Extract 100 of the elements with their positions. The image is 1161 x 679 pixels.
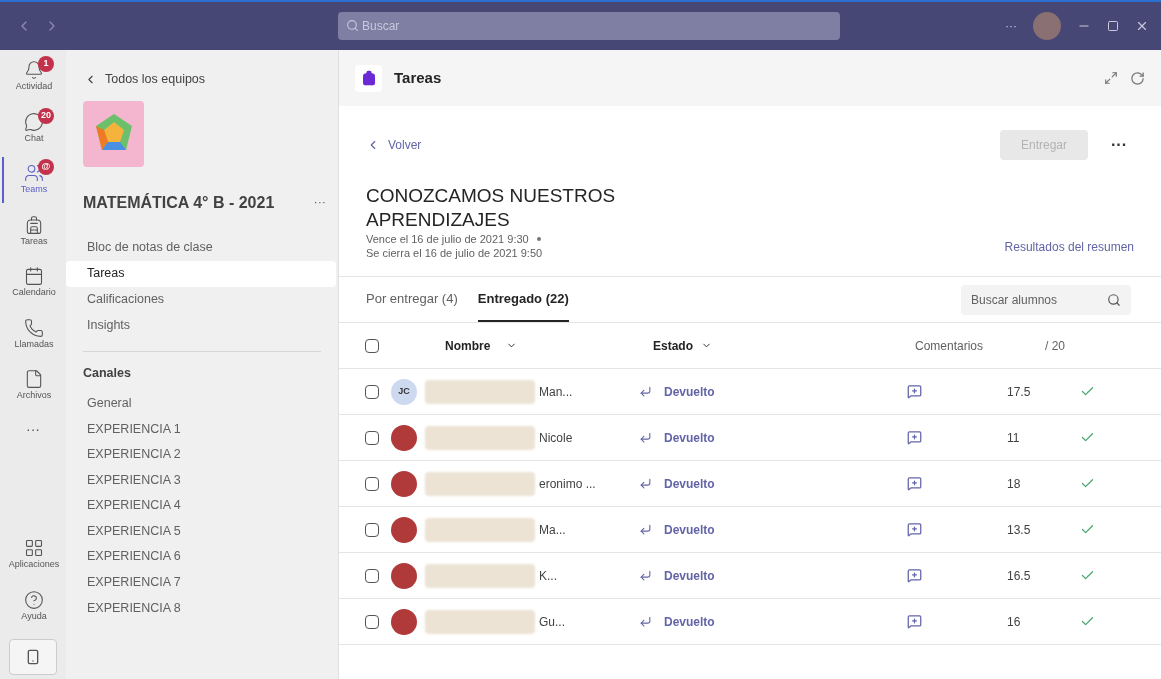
return-arrow-icon (639, 385, 652, 398)
nav-item[interactable]: Calificaciones (66, 286, 336, 313)
calendar-icon (24, 266, 44, 286)
more-button[interactable]: ··· (313, 193, 326, 213)
student-search-field[interactable]: Buscar alumnos (961, 284, 1131, 315)
grade: 16 (1007, 613, 1022, 631)
rail-item[interactable]: Llamadas (2, 311, 64, 357)
more-button[interactable]: ··· (1005, 18, 1017, 34)
channel-item[interactable]: EXPERIENCIA 3 (66, 467, 338, 493)
row-checkbox[interactable] (365, 384, 379, 399)
rail-item[interactable]: Aplicaciones (2, 532, 64, 578)
column-header[interactable]: Estado (653, 336, 853, 355)
search-icon (346, 19, 359, 32)
tab[interactable]: Por entregar (4) (366, 277, 458, 322)
student-name: Man... (539, 383, 574, 401)
app-title: Tareas (394, 67, 442, 88)
back-link[interactable]: Todos los equipos (84, 70, 338, 89)
row-checkbox[interactable] (365, 430, 379, 445)
table-row[interactable]: Ma... Devuelto 13.5 (339, 507, 1161, 553)
status-text: Devuelto (664, 383, 715, 401)
comment-icon[interactable] (907, 430, 922, 445)
rail-item[interactable]: Actividad 1 (2, 54, 64, 100)
rail-item[interactable]: Ayuda (2, 583, 64, 629)
phone-icon (25, 649, 41, 665)
status-text: Devuelto (664, 521, 715, 539)
student-name: Nicole (539, 429, 574, 447)
comment-icon[interactable] (907, 522, 922, 537)
tab[interactable]: Entregado (22) (477, 277, 569, 322)
apps-icon (24, 538, 44, 558)
initials-avatar: JC (391, 378, 417, 405)
table-row[interactable]: Nicole Devuelto 11 (339, 415, 1161, 461)
row-checkbox[interactable] (365, 568, 379, 583)
grade: 11 (1007, 429, 1021, 447)
back-link[interactable]: Volver (366, 136, 422, 154)
nav-item[interactable]: Insights (66, 312, 336, 339)
row-checkbox[interactable] (365, 614, 379, 629)
channel-item[interactable]: EXPERIENCIA 1 (66, 416, 338, 442)
bag-icon (24, 214, 44, 235)
avatar-placeholder (391, 424, 417, 451)
student-name: Ma... (539, 521, 567, 539)
summary-link[interactable]: Resultados del resumen (1004, 238, 1134, 256)
rail-item[interactable]: Teams @ (2, 157, 64, 203)
expand-icon[interactable] (1104, 71, 1118, 85)
channel-item[interactable]: EXPERIENCIA 2 (66, 441, 338, 468)
notification-badge: 20 (38, 107, 54, 124)
channel-item[interactable]: EXPERIENCIA 5 (66, 518, 338, 545)
channel-item[interactable]: General (66, 390, 338, 417)
channel-item[interactable]: EXPERIENCIA 8 (66, 595, 338, 621)
section-heading: Canales (83, 364, 132, 382)
return-arrow-icon (639, 477, 652, 490)
backpack-icon (360, 70, 377, 86)
rail-item[interactable]: Calendario (2, 260, 64, 306)
avatar-placeholder (391, 516, 417, 543)
search-icon (1107, 292, 1121, 307)
phone-icon (24, 317, 44, 338)
channel-item[interactable]: EXPERIENCIA 6 (66, 544, 338, 570)
student-name: K... (539, 567, 558, 585)
notification-badge: 1 (38, 56, 54, 72)
student-name: Gu... (539, 613, 566, 631)
row-checkbox[interactable] (365, 476, 379, 491)
refresh-icon[interactable] (1130, 70, 1145, 86)
search-field[interactable]: Buscar (338, 12, 840, 40)
table-row[interactable]: JC Man... Devuelto 17.5 (339, 369, 1161, 415)
due-date: Vence el 16 de julio de 2021 9:30 (366, 232, 529, 246)
avatar-placeholder (391, 608, 417, 635)
nav-item[interactable]: Bloc de notas de clase (66, 234, 336, 261)
more-button[interactable]: ··· (1104, 133, 1134, 157)
status-text: Devuelto (664, 429, 715, 447)
help-icon (24, 589, 44, 610)
avatar-placeholder (391, 562, 417, 589)
column-header[interactable]: Nombre (445, 336, 575, 355)
rail-item[interactable]: Archivos (2, 363, 64, 409)
table-row[interactable]: Gu... Devuelto 16 (339, 599, 1161, 645)
table-row[interactable]: K... Devuelto 16.5 (339, 553, 1161, 599)
comment-icon[interactable] (907, 384, 922, 399)
return-arrow-icon (639, 431, 652, 444)
maximize-icon[interactable] (1107, 20, 1119, 32)
rail-item[interactable]: Tareas (2, 208, 64, 254)
close-icon[interactable] (1135, 19, 1149, 33)
close-date: Se cierra el 16 de julio de 2021 9:50 (366, 246, 544, 260)
comment-icon[interactable] (907, 568, 922, 583)
avatar-placeholder (391, 470, 417, 497)
grade: 16.5 (1007, 567, 1032, 585)
rail-item[interactable]: Chat 20 (2, 105, 64, 151)
file-icon (24, 369, 44, 389)
grade: 17.5 (1007, 383, 1032, 401)
channel-item[interactable]: EXPERIENCIA 7 (66, 569, 338, 596)
comment-icon[interactable] (907, 614, 922, 629)
return-arrow-icon (639, 523, 652, 536)
status-text: Devuelto (664, 475, 715, 493)
comment-icon[interactable] (907, 476, 922, 491)
mobile-button[interactable] (9, 639, 57, 675)
bell-icon (24, 60, 44, 80)
more-apps-button[interactable]: ··· (26, 414, 40, 443)
select-all-checkbox[interactable] (365, 338, 379, 353)
table-row[interactable]: eronimo ... Devuelto 18 (339, 461, 1161, 507)
nav-item[interactable]: Tareas (66, 260, 336, 287)
row-checkbox[interactable] (365, 522, 379, 537)
assignment-title: CONOZCAMOS NUESTROS APRENDIZAJES (366, 184, 617, 232)
channel-item[interactable]: EXPERIENCIA 4 (66, 492, 338, 519)
